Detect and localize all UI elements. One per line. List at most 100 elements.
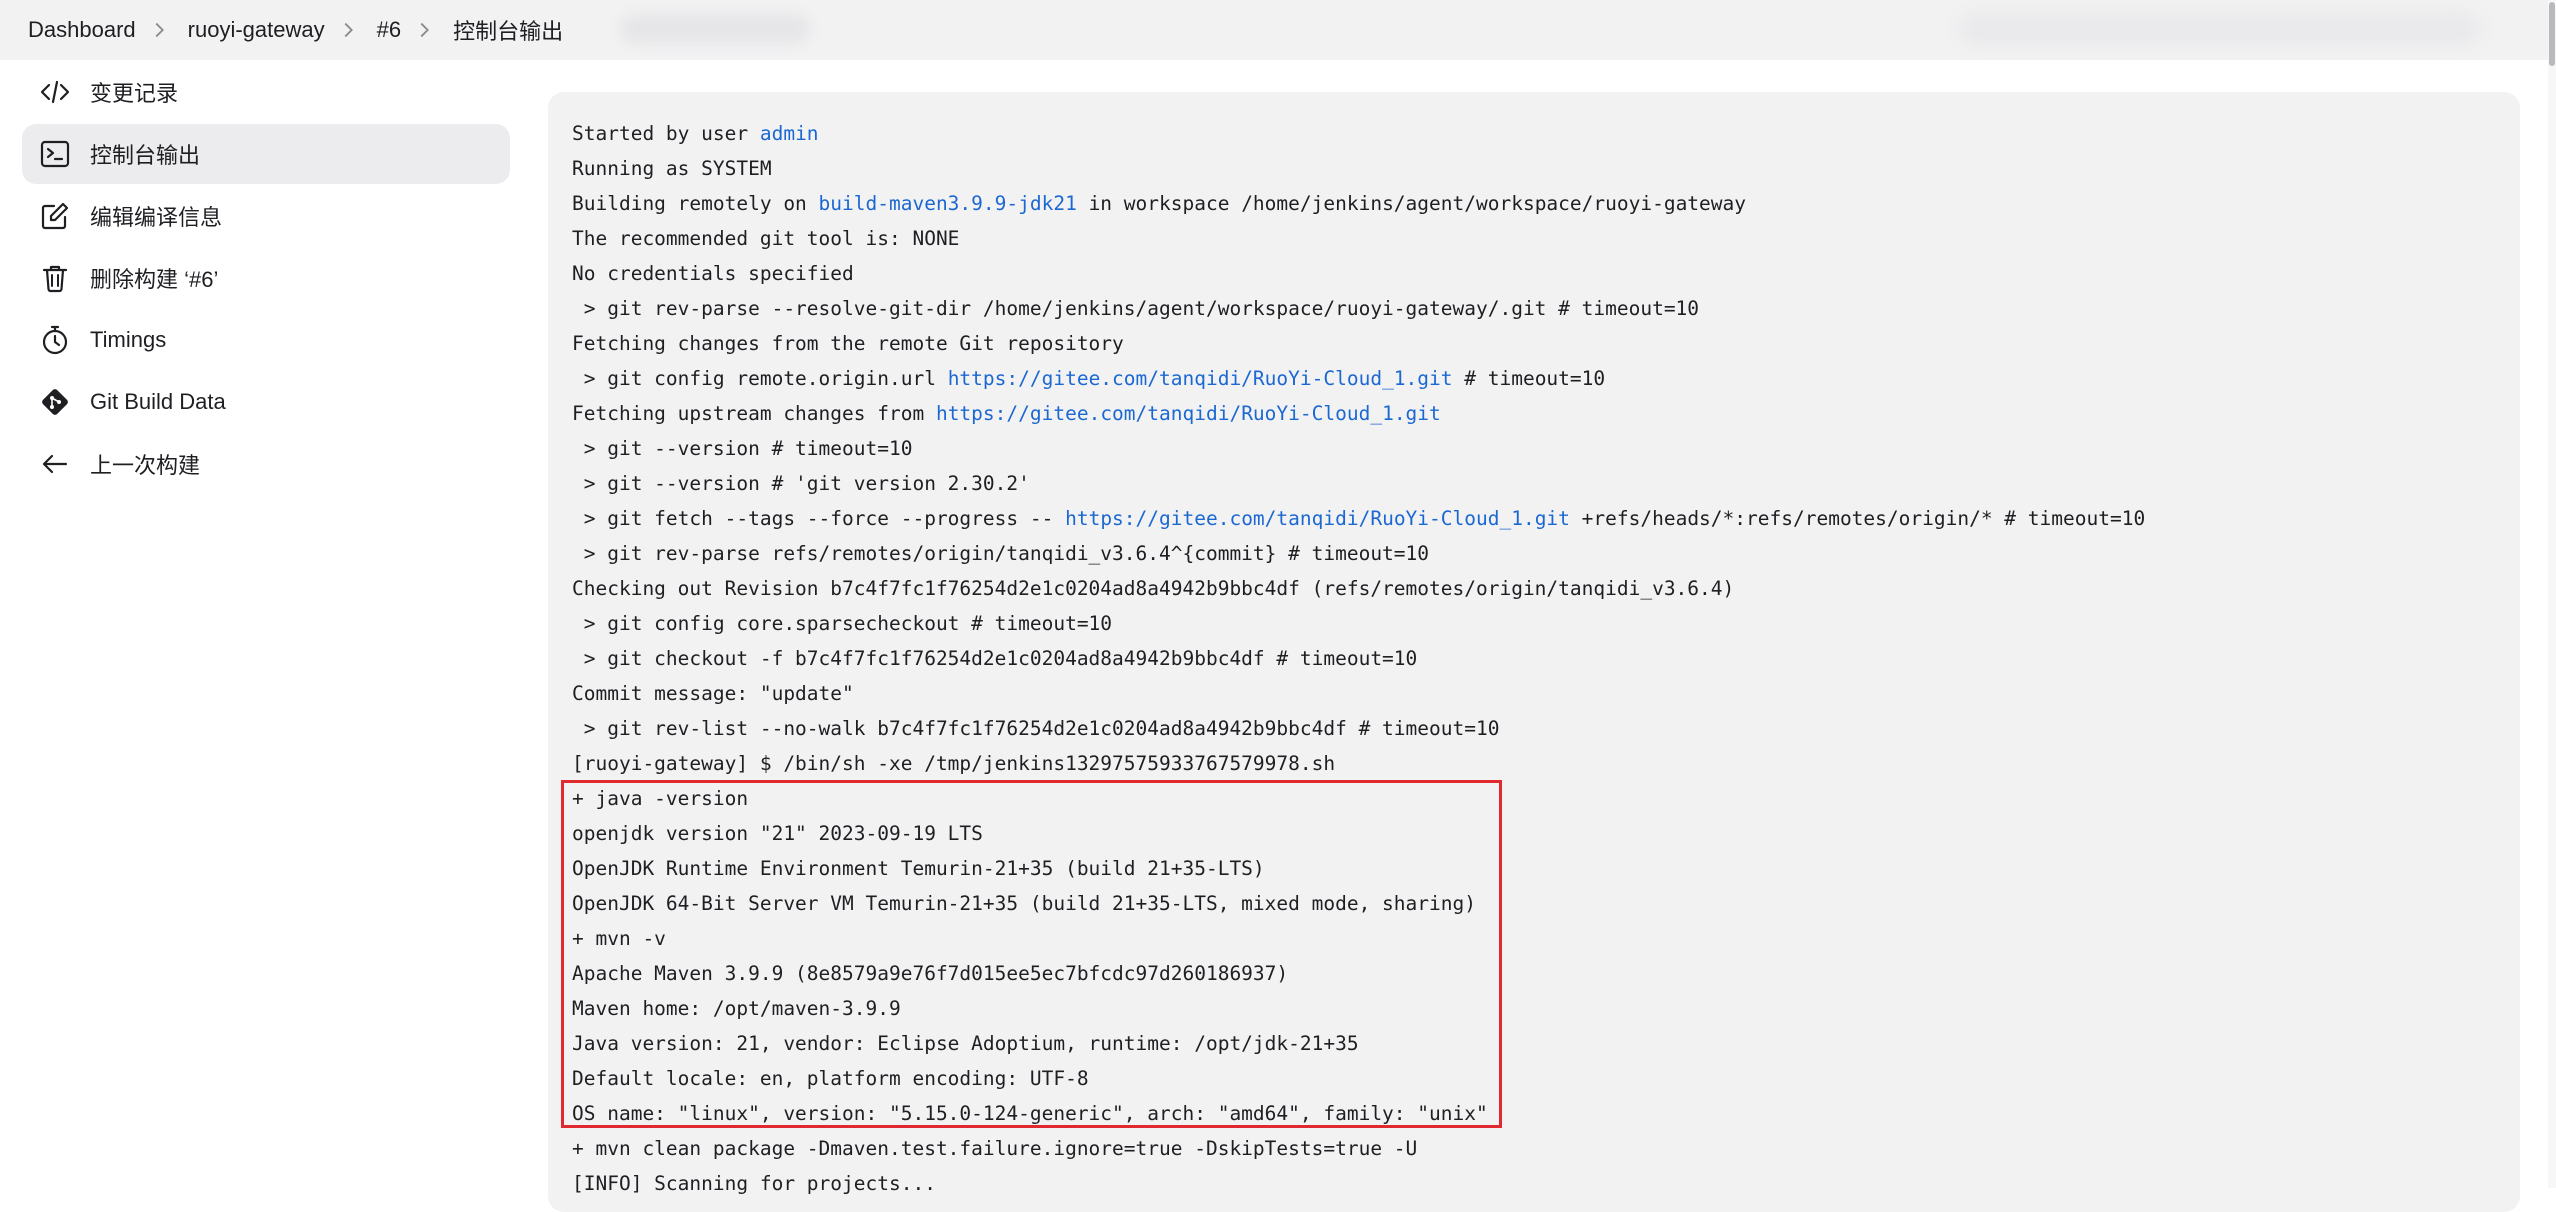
console-text: # timeout=10 — [1452, 367, 1606, 390]
console-line: > git config remote.origin.url https://g… — [572, 361, 2145, 396]
console-line: Checking out Revision b7c4f7fc1f76254d2e… — [572, 571, 2145, 606]
sidebar-item-label: Timings — [90, 327, 167, 352]
console-text: > git rev-list --no-walk b7c4f7fc1f76254… — [572, 717, 1500, 740]
console-line: > git checkout -f b7c4f7fc1f76254d2e1c02… — [572, 641, 2145, 676]
console-line: Fetching upstream changes from https://g… — [572, 396, 2145, 431]
console-text: > git rev-parse --resolve-git-dir /home/… — [572, 297, 1700, 320]
console-line: + mvn -v — [572, 921, 2145, 956]
console-text: +refs/heads/*:refs/remotes/origin/* # ti… — [1569, 507, 2146, 530]
console-text: > git --version # 'git version 2.30.2' — [572, 472, 1030, 495]
console-line: No credentials specified — [572, 256, 2145, 291]
console-line: [INFO] Scanning for projects... — [572, 1166, 2145, 1201]
chevron-right-icon — [148, 19, 176, 41]
sidebar-item-git-build-data[interactable]: Git Build Data — [22, 372, 510, 432]
console-text: Apache Maven 3.9.9 (8e8579a9e76f7d015ee5… — [572, 962, 1289, 985]
chevron-right-icon — [337, 19, 365, 41]
console-text: > git rev-parse refs/remotes/origin/tanq… — [572, 542, 1430, 565]
breadcrumb-console-output[interactable]: 控制台输出 — [453, 14, 563, 46]
sidebar-item-label: 控制台输出 — [90, 143, 201, 168]
console-line: + java -version — [572, 781, 2145, 816]
sidebar-item-label: Git Build Data — [90, 389, 226, 414]
breadcrumb: Dashboard ruoyi-gateway #6 控制台输出 — [0, 14, 563, 46]
console-text: OpenJDK 64-Bit Server VM Temurin-21+35 (… — [572, 892, 1476, 915]
console-text: Started by user — [572, 122, 760, 145]
console-text: Default locale: en, platform encoding: U… — [572, 1067, 1089, 1090]
console-line: > git config core.sparsecheckout # timeo… — [572, 606, 2145, 641]
edit-icon — [38, 199, 72, 233]
console-output-panel: Started by user admin Running as SYSTEM Bu… — [548, 92, 2520, 1212]
console-log: Started by user admin Running as SYSTEM Bu… — [572, 116, 2145, 1201]
sidebar-item-console-output[interactable]: 控制台输出 — [22, 124, 510, 184]
console-line: > git rev-parse --resolve-git-dir /home/… — [572, 291, 2145, 326]
git-icon — [38, 385, 72, 419]
console-link[interactable]: admin — [760, 122, 819, 145]
console-line: OS name: "linux", version: "5.15.0-124-g… — [572, 1096, 2145, 1131]
console-line: > git rev-parse refs/remotes/origin/tanq… — [572, 536, 2145, 571]
breadcrumb-build[interactable]: #6 — [377, 17, 401, 43]
sidebar-item-label: 删除构建 ‘#6’ — [90, 267, 219, 292]
sidebar-item-label: 上一次构建 — [90, 453, 201, 478]
console-text: Maven home: /opt/maven-3.9.9 — [572, 997, 901, 1020]
console-link[interactable]: https://gitee.com/tanqidi/RuoYi-Cloud_1.… — [948, 367, 1453, 390]
console-link[interactable]: https://gitee.com/tanqidi/RuoYi-Cloud_1.… — [936, 402, 1441, 425]
redacted-area — [1960, 12, 2480, 46]
chevron-right-icon — [413, 19, 441, 41]
console-text: Fetching changes from the remote Git rep… — [572, 332, 1124, 355]
console-text: > git config remote.origin.url — [572, 367, 948, 390]
console-text: Java version: 21, vendor: Eclipse Adopti… — [572, 1032, 1359, 1055]
sidebar-item-label: 编辑编译信息 — [90, 205, 223, 230]
console-text: openjdk version "21" 2023-09-19 LTS — [572, 822, 983, 845]
stopwatch-icon — [38, 323, 72, 357]
sidebar-item-delete-build[interactable]: 删除构建 ‘#6’ — [22, 248, 510, 308]
console-line: Building remotely on build-maven3.9.9-jd… — [572, 186, 2145, 221]
console-text: + mvn clean package -Dmaven.test.failure… — [572, 1137, 1418, 1160]
sidebar-item-timings[interactable]: Timings — [22, 310, 510, 370]
breadcrumb-bar: Dashboard ruoyi-gateway #6 控制台输出 — [0, 0, 2556, 60]
console-text: in workspace /home/jenkins/agent/workspa… — [1076, 192, 1747, 215]
console-text: > git config core.sparsecheckout # timeo… — [572, 612, 1113, 635]
console-link[interactable]: https://gitee.com/tanqidi/RuoYi-Cloud_1.… — [1065, 507, 1570, 530]
sidebar-item-edit-build-info[interactable]: 编辑编译信息 — [22, 186, 510, 246]
console-text: The recommended git tool is: NONE — [572, 227, 960, 250]
console-text: Commit message: "update" — [572, 682, 854, 705]
console-text: Running as SYSTEM — [572, 157, 772, 180]
scrollbar-thumb[interactable] — [2549, 2, 2555, 66]
sidebar-item-label: 变更记录 — [90, 81, 179, 106]
console-line: Running as SYSTEM — [572, 151, 2145, 186]
console-text: [ruoyi-gateway] $ /bin/sh -xe /tmp/jenki… — [572, 752, 1336, 775]
console-line: [ruoyi-gateway] $ /bin/sh -xe /tmp/jenki… — [572, 746, 2145, 781]
console-line: > git fetch --tags --force --progress --… — [572, 501, 2145, 536]
breadcrumb-job[interactable]: ruoyi-gateway — [188, 17, 325, 43]
console-text: OS name: "linux", version: "5.15.0-124-g… — [572, 1102, 1488, 1125]
console-line: + mvn clean package -Dmaven.test.failure… — [572, 1131, 2145, 1166]
breadcrumb-dashboard[interactable]: Dashboard — [28, 17, 136, 43]
trash-icon — [38, 261, 72, 295]
sidebar-item-previous-build[interactable]: 上一次构建 — [22, 434, 510, 494]
console-line: The recommended git tool is: NONE — [572, 221, 2145, 256]
console-line: openjdk version "21" 2023-09-19 LTS — [572, 816, 2145, 851]
console-text: Checking out Revision b7c4f7fc1f76254d2e… — [572, 577, 1735, 600]
console-line: Started by user admin — [572, 116, 2145, 151]
console-line: Commit message: "update" — [572, 676, 2145, 711]
console-text: No credentials specified — [572, 262, 854, 285]
console-text: > git --version # timeout=10 — [572, 437, 913, 460]
redacted-area — [620, 14, 810, 44]
console-line: > git rev-list --no-walk b7c4f7fc1f76254… — [572, 711, 2145, 746]
console-line: > git --version # timeout=10 — [572, 431, 2145, 466]
console-line: Default locale: en, platform encoding: U… — [572, 1061, 2145, 1096]
console-text: > git fetch --tags --force --progress -- — [572, 507, 1066, 530]
page-scrollbar[interactable] — [2548, 0, 2556, 1188]
console-line: > git --version # 'git version 2.30.2' — [572, 466, 2145, 501]
build-sidebar: 变更记录 控制台输出 编辑编译信息 删除构建 ‘#6’ Timings Git … — [22, 62, 510, 496]
terminal-icon — [38, 137, 72, 171]
console-line: Java version: 21, vendor: Eclipse Adopti… — [572, 1026, 2145, 1061]
console-line: OpenJDK Runtime Environment Temurin-21+3… — [572, 851, 2145, 886]
console-text: OpenJDK Runtime Environment Temurin-21+3… — [572, 857, 1265, 880]
console-text: [INFO] Scanning for projects... — [572, 1172, 936, 1195]
arrow-left-icon — [38, 447, 72, 481]
sidebar-item-changes[interactable]: 变更记录 — [22, 62, 510, 122]
console-line: Maven home: /opt/maven-3.9.9 — [572, 991, 2145, 1026]
console-text: > git checkout -f b7c4f7fc1f76254d2e1c02… — [572, 647, 1418, 670]
console-link[interactable]: build-maven3.9.9-jdk21 — [819, 192, 1077, 215]
code-icon — [38, 75, 72, 109]
